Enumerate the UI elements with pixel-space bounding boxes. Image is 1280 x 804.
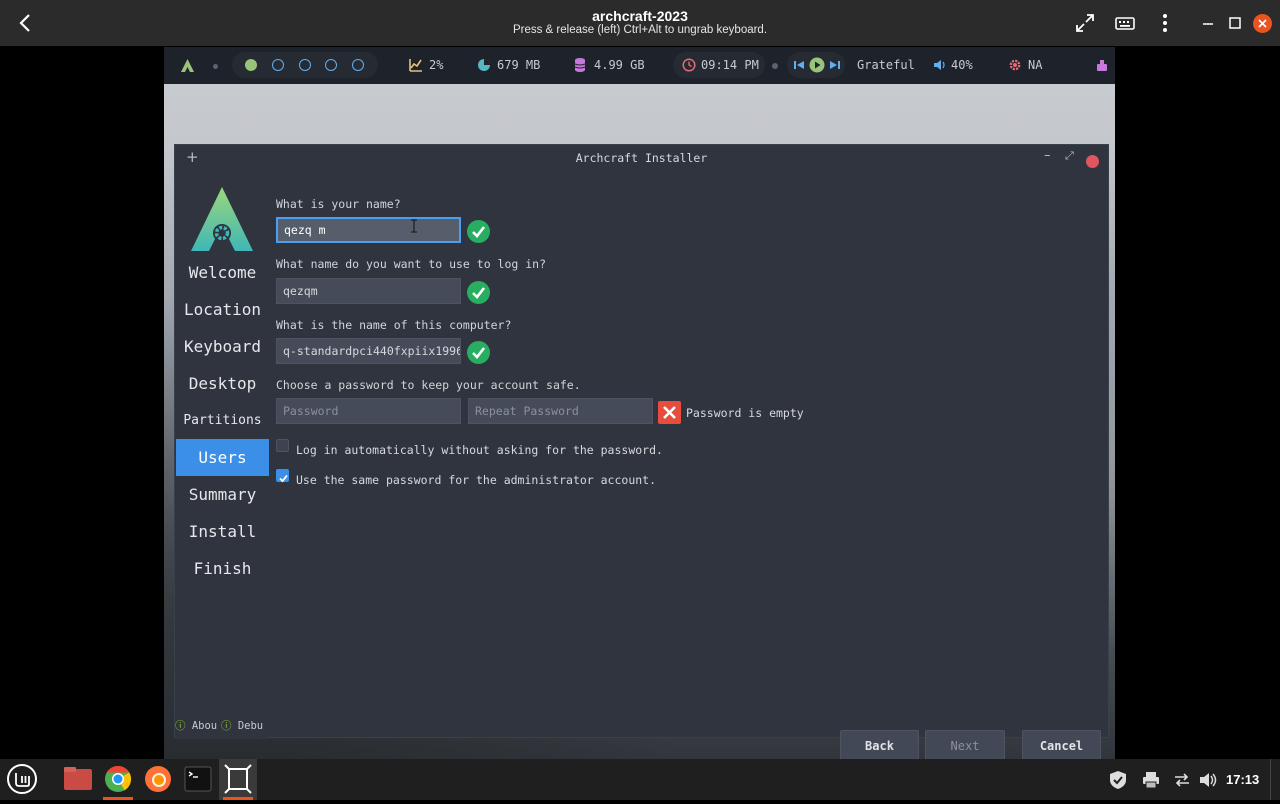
nav-finish[interactable]: Finish	[176, 550, 269, 587]
polybar-time: 09:14 PM	[701, 58, 759, 72]
archcraft-logo	[191, 187, 253, 251]
polybar: 2% 679 MB 4.99 GB 09:14 PM Grateful 40% …	[164, 47, 1115, 84]
volume-icon[interactable]	[933, 59, 946, 71]
hostname-label: What is the name of this computer?	[276, 318, 512, 332]
separator-dot	[772, 63, 778, 69]
network-gear-icon	[1009, 59, 1021, 71]
nav-partitions[interactable]: Partitions	[176, 402, 269, 439]
nav-welcome[interactable]: Welcome	[176, 254, 269, 291]
network-icon[interactable]	[1172, 770, 1192, 790]
nav-location[interactable]: Location	[176, 291, 269, 328]
name-label: What is your name?	[276, 197, 401, 211]
nav-summary[interactable]: Summary	[176, 476, 269, 513]
name-valid-check-icon	[467, 220, 490, 243]
terminal-icon[interactable]	[179, 759, 217, 800]
autologin-checkbox[interactable]	[276, 439, 289, 452]
installer-window: + Archcraft Installer – ⤢ Welcome Locati…	[174, 144, 1109, 759]
nav-desktop[interactable]: Desktop	[176, 365, 269, 402]
checkmark-icon	[279, 474, 288, 483]
volume-tray-icon[interactable]	[1198, 770, 1218, 790]
chrome-app-button[interactable]	[99, 759, 137, 800]
full-name-input[interactable]: qezq m	[276, 217, 461, 243]
text-cursor-icon	[411, 219, 417, 233]
printer-icon[interactable]	[1141, 770, 1161, 790]
memory-icon	[478, 59, 490, 71]
mint-menu-icon[interactable]	[3, 759, 41, 800]
viewer-titlebar: archcraft-2023 Press & release (left) Ct…	[0, 0, 1280, 46]
power-menu-icon[interactable]	[1096, 58, 1108, 72]
nav-keyboard[interactable]: Keyboard	[176, 328, 269, 365]
workspace-4[interactable]	[325, 59, 337, 71]
more-options-icon[interactable]	[1154, 12, 1176, 34]
vm-app-button[interactable]	[219, 759, 257, 800]
repeat-password-input[interactable]: Repeat Password	[468, 398, 653, 424]
username-input[interactable]: qezqm	[276, 278, 461, 304]
firefox-icon[interactable]	[139, 759, 177, 800]
clock-icon	[682, 58, 696, 72]
host-taskbar: 17:13	[0, 759, 1280, 800]
archcraft-logo-icon[interactable]	[180, 58, 195, 73]
debug-label: Debu	[237, 720, 264, 732]
password-input[interactable]: Password	[276, 398, 461, 424]
keyboard-icon[interactable]	[1114, 12, 1136, 34]
chrome-icon	[105, 765, 132, 792]
close-icon	[1258, 19, 1267, 28]
hostname-valid-check-icon	[467, 341, 490, 364]
same-password-label[interactable]: Use the same password for the administra…	[296, 473, 656, 487]
back-button[interactable]: Back	[840, 730, 919, 759]
disk-usage: 4.99 GB	[594, 58, 645, 72]
taskbar-clock[interactable]: 17:13	[1226, 772, 1259, 787]
installer-restore-icon[interactable]: ⤢	[1065, 149, 1074, 163]
play-icon[interactable]	[809, 57, 825, 73]
workspace-5[interactable]	[352, 59, 364, 71]
workspace-3[interactable]	[299, 59, 311, 71]
boxes-vm-icon	[224, 764, 252, 794]
show-desktop-divider[interactable]	[1270, 759, 1271, 800]
previous-track-icon[interactable]	[794, 60, 804, 70]
network-status: NA	[1028, 58, 1043, 72]
cpu-usage: 2%	[429, 58, 444, 72]
password-error-icon	[658, 401, 681, 424]
minimize-icon[interactable]	[1199, 14, 1217, 32]
password-error-text: Password is empty	[686, 406, 804, 420]
installer-sidebar: Welcome Location Keyboard Desktop Partit…	[175, 175, 269, 739]
installer-close-icon[interactable]	[1086, 155, 1099, 168]
fullscreen-icon[interactable]	[1074, 12, 1096, 34]
separator-dot	[213, 64, 218, 69]
about-link[interactable]: ⓘ Abou	[175, 718, 217, 733]
volume-level: 40%	[951, 58, 973, 72]
next-button[interactable]: Next	[925, 730, 1005, 759]
login-valid-check-icon	[467, 281, 490, 304]
info-icon: ⓘ	[221, 720, 232, 732]
password-label: Choose a password to keep your account s…	[276, 378, 581, 392]
autologin-label[interactable]: Log in automatically without asking for …	[296, 443, 663, 457]
installer-title: Archcraft Installer	[575, 151, 708, 165]
hostname-input[interactable]: q-standardpci440fxpiix1996	[276, 338, 461, 364]
cpu-chart-icon	[409, 59, 422, 72]
workspace-2[interactable]	[272, 59, 284, 71]
disk-icon	[574, 58, 586, 72]
now-playing: Grateful	[857, 58, 915, 72]
next-track-icon[interactable]	[830, 60, 840, 70]
workspace-1-active[interactable]	[245, 59, 257, 71]
about-label: Abou	[191, 720, 218, 732]
shield-icon[interactable]	[1108, 770, 1128, 790]
login-label: What name do you want to use to log in?	[276, 257, 547, 271]
same-password-checkbox[interactable]	[276, 469, 289, 483]
debug-link[interactable]: ⓘ Debu	[221, 718, 263, 733]
info-icon: ⓘ	[175, 720, 186, 732]
nav-install[interactable]: Install	[176, 513, 269, 550]
memory-usage: 679 MB	[497, 58, 541, 72]
nav-users[interactable]: Users	[176, 439, 269, 476]
installer-minimize-icon[interactable]: –	[1044, 148, 1051, 163]
vm-screen[interactable]: 2% 679 MB 4.99 GB 09:14 PM Grateful 40% …	[164, 47, 1115, 759]
files-app-icon[interactable]	[59, 759, 97, 800]
cancel-button[interactable]: Cancel	[1022, 730, 1101, 759]
maximize-icon[interactable]	[1226, 14, 1244, 32]
close-window-button[interactable]	[1253, 14, 1272, 33]
users-page: What is your name? qezq m What name do y…	[276, 175, 1108, 759]
